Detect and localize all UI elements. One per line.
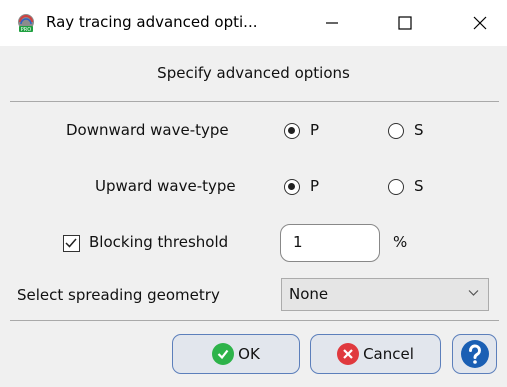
ok-button-label: OK <box>238 345 260 363</box>
blocking-threshold-label: Blocking threshold <box>89 233 229 251</box>
separator <box>10 101 499 102</box>
downward-wave-type-label: Downward wave-type <box>66 121 229 139</box>
downward-radio-s-label: S <box>414 121 424 139</box>
ray-tracing-pro-icon: PRO <box>18 14 34 33</box>
maximize-button[interactable] <box>380 0 430 46</box>
minimize-button[interactable] <box>307 0 357 46</box>
separator <box>10 320 499 321</box>
upward-wave-type-label: Upward wave-type <box>95 177 236 195</box>
title-bar: PRO Ray tracing advanced opti... <box>0 0 507 46</box>
blocking-threshold-input[interactable]: 1 <box>280 224 380 262</box>
help-icon <box>460 340 489 368</box>
upward-radio-s[interactable] <box>388 179 404 195</box>
downward-radio-s[interactable] <box>388 123 404 139</box>
downward-radio-p-label: P <box>310 121 320 139</box>
spreading-geometry-label: Select spreading geometry <box>17 286 220 304</box>
checkmark-icon <box>65 238 77 248</box>
check-circle-icon <box>212 343 235 365</box>
upward-radio-s-label: S <box>414 177 424 195</box>
svg-text:PRO: PRO <box>21 27 31 33</box>
cancel-button[interactable]: Cancel <box>310 334 441 374</box>
blocking-threshold-unit: % <box>393 233 408 251</box>
window-title: Ray tracing advanced opti... <box>46 13 258 31</box>
x-circle-icon <box>337 343 360 365</box>
dialog-heading: Specify advanced options <box>157 64 350 82</box>
spreading-geometry-select[interactable]: None <box>281 278 489 311</box>
minimize-icon <box>326 22 338 24</box>
blocking-threshold-checkbox[interactable] <box>63 235 80 252</box>
spreading-geometry-value: None <box>289 285 329 303</box>
upward-radio-p[interactable] <box>284 179 300 195</box>
downward-radio-p[interactable] <box>284 123 300 139</box>
chevron-down-icon <box>468 290 479 296</box>
cancel-button-label: Cancel <box>363 345 414 363</box>
help-button[interactable] <box>452 334 497 374</box>
close-button[interactable] <box>455 0 505 46</box>
upward-radio-p-label: P <box>310 177 320 195</box>
maximize-icon <box>398 16 412 30</box>
ok-button[interactable]: OK <box>172 334 300 374</box>
close-icon <box>473 16 487 30</box>
